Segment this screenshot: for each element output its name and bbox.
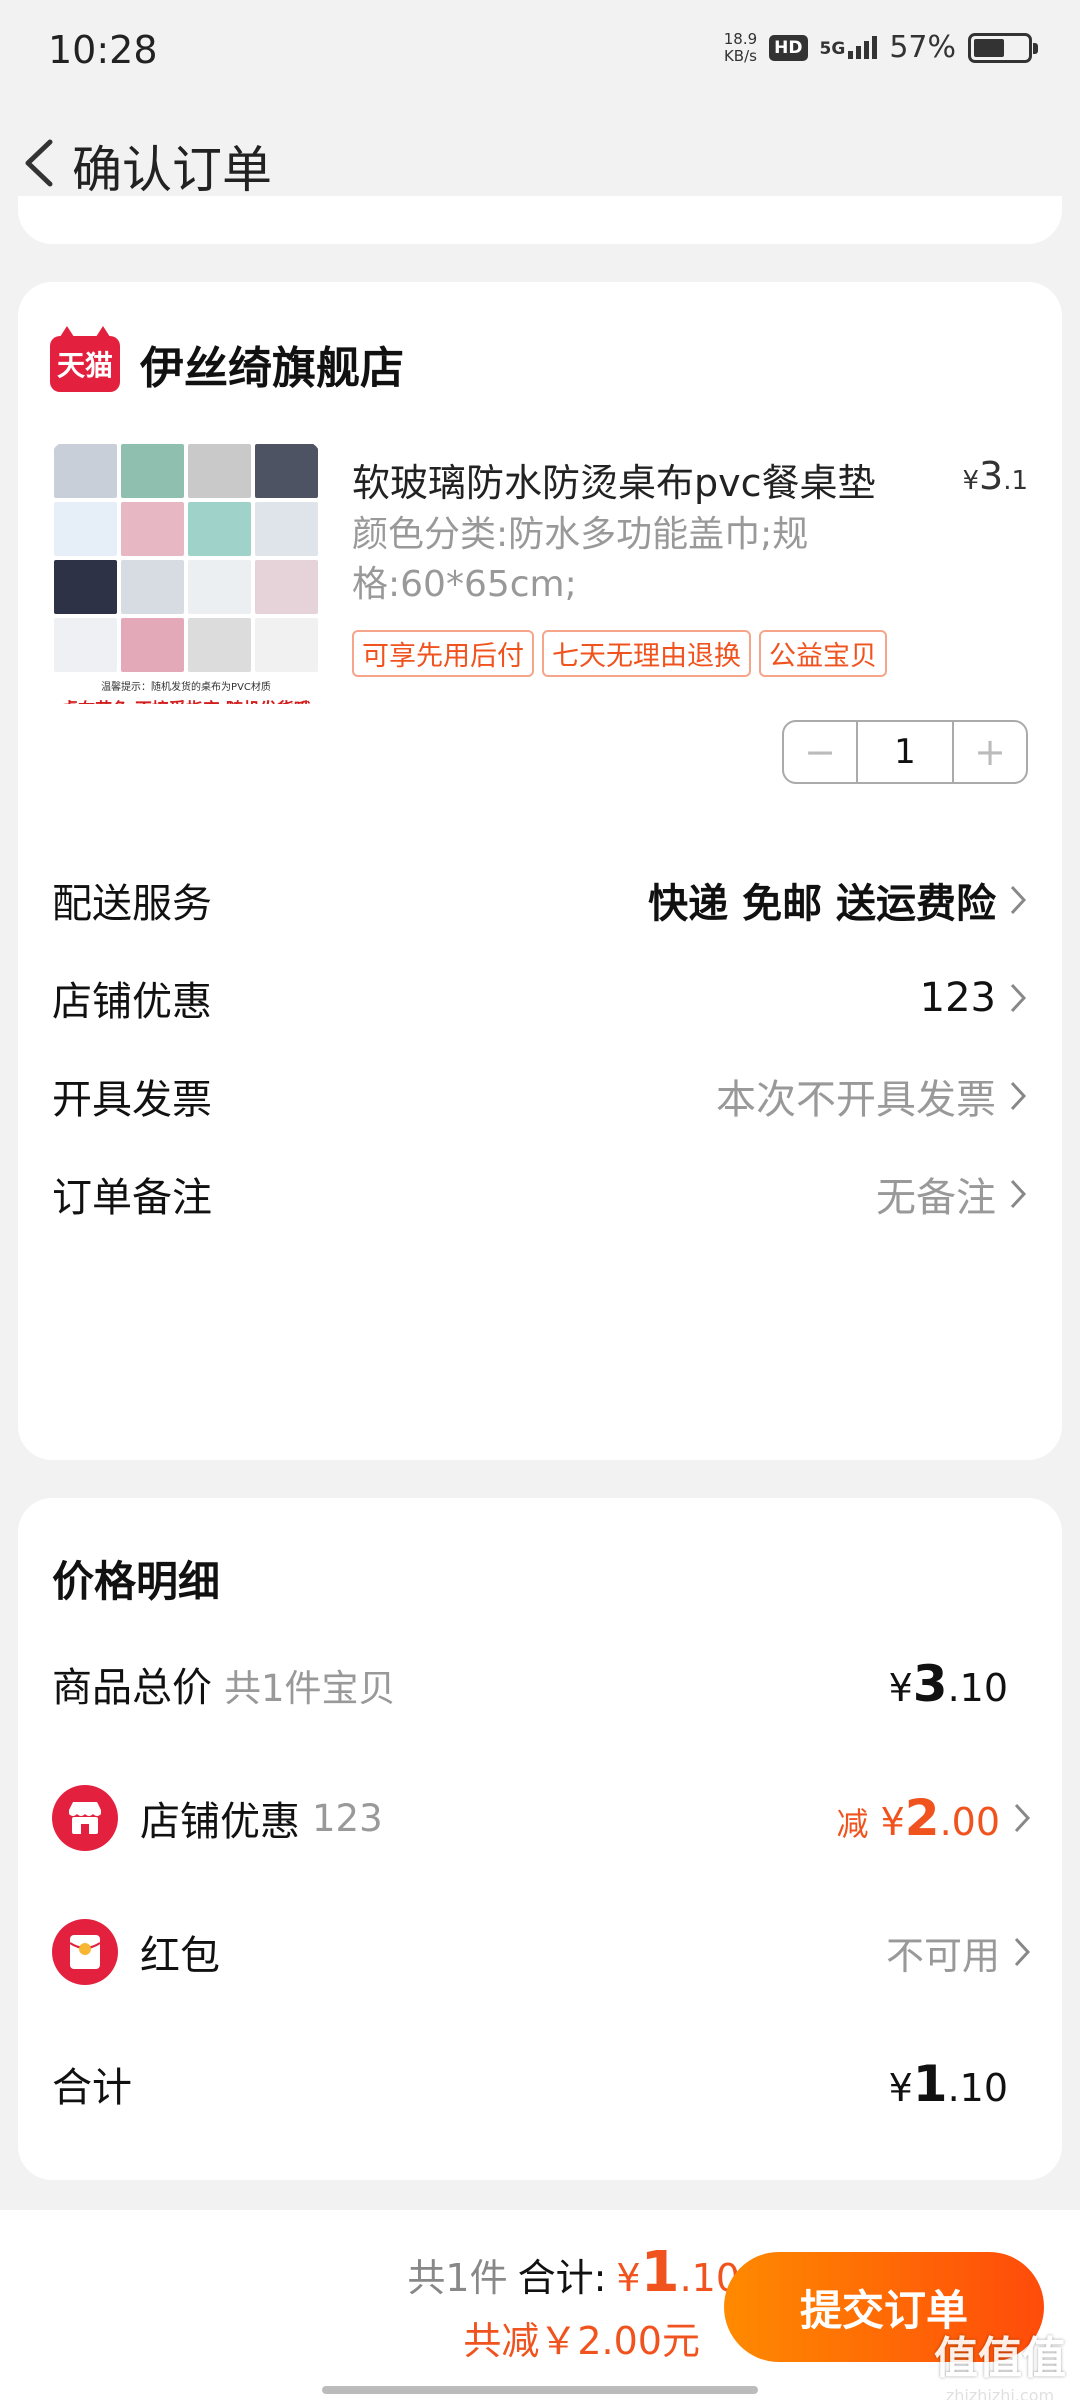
price-int: 3 <box>979 454 1004 498</box>
chevron-right-icon <box>1014 1803 1031 1833</box>
bottom-bar: 共1件 合计: ¥1.10 共减￥2.00元 提交订单 <box>0 2210 1080 2400</box>
currency-symbol: ¥ <box>880 1800 905 1844</box>
goods-total-label: 商品总价 <box>52 1665 212 1711</box>
product-price: ¥3.1 <box>962 454 1028 498</box>
decrease-button[interactable]: − <box>784 722 856 782</box>
status-icons: 18.9 KB/s HD 5G 57% <box>723 29 1038 65</box>
row-redpacket[interactable]: 红包 不可用 <box>52 1919 1032 1985</box>
chevron-right-icon <box>1014 1937 1031 1967</box>
amount-int: 1 <box>912 2055 948 2113</box>
row-store-discount[interactable]: 店铺优惠 123 <box>52 968 1028 1028</box>
order-note-value: 无备注 <box>876 1175 996 1221</box>
bottom-saved: 共减￥2.00元 <box>463 2319 700 2363</box>
row-invoice[interactable]: 开具发票 本次不开具发票 <box>52 1066 1028 1126</box>
amount-int: 2 <box>904 1789 940 1847</box>
tag-return: 七天无理由退换 <box>542 630 751 677</box>
page-title: 确认订单 <box>72 141 272 199</box>
currency-symbol: ¥ <box>616 2256 641 2300</box>
watermark: 值值值 zhizhizhi.com <box>934 2322 1066 2400</box>
speed-unit: KB/s <box>723 46 757 65</box>
tag-charity: 公益宝贝 <box>759 630 887 677</box>
row-goods-total: 商品总价 共1件宝贝 ¥3.10 <box>52 1654 1032 1714</box>
battery-icon <box>968 32 1038 63</box>
battery-percent: 57% <box>889 30 956 65</box>
amount-dec: .00 <box>939 1800 1000 1844</box>
store-icon <box>52 1785 118 1851</box>
red-packet-icon <box>52 1919 118 1985</box>
store-discount-value: 123 <box>919 975 996 1021</box>
amount-int: 3 <box>912 1655 948 1713</box>
chevron-right-icon <box>1010 983 1027 1013</box>
price-dec: .1 <box>1003 466 1028 496</box>
price-store-discount-sub: 123 <box>312 1796 383 1840</box>
quantity-stepper: − 1 + <box>782 720 1028 784</box>
nav-header: 确认订单 <box>0 110 1080 210</box>
redpacket-label: 红包 <box>140 1933 220 1979</box>
bottom-sum: 共1件 合计: ¥1.10 <box>407 2240 740 2305</box>
row-order-note[interactable]: 订单备注 无备注 <box>52 1164 1028 1224</box>
tmall-logo-icon: 天猫 <box>50 326 120 392</box>
chevron-right-icon <box>1010 885 1027 915</box>
hd-icon: HD <box>769 34 808 61</box>
redpacket-value: 不可用 <box>885 1933 1000 1978</box>
amount-dec: .10 <box>947 1666 1008 1710</box>
bottom-sum-amount: ¥1.10 <box>616 2240 740 2305</box>
tag-pay-later: 可享先用后付 <box>352 630 534 677</box>
price-detail-card: 价格明细 商品总价 共1件宝贝 ¥3.10 店铺优惠 123 减 ¥2.00 红… <box>18 1498 1062 2180</box>
delivery-label: 配送服务 <box>52 881 212 927</box>
invoice-label: 开具发票 <box>52 1077 212 1123</box>
currency-symbol: ¥ <box>888 2066 913 2110</box>
store-discount-amount: 减 ¥2.00 <box>836 1789 1000 1847</box>
product-image[interactable]: 温馨提示：随机发货的桌布为PVC材质 桌布花色 不接受指定 随机发货哦 <box>52 442 320 704</box>
total-label: 合计 <box>52 2065 132 2111</box>
total-value: ¥1.10 <box>889 2055 1008 2113</box>
increase-button[interactable]: + <box>954 722 1026 782</box>
back-arrow-icon[interactable] <box>14 128 74 198</box>
store-name[interactable]: 伊丝绮旗舰店 <box>140 332 404 396</box>
amount-int: 1 <box>640 2240 680 2305</box>
row-price-store-discount[interactable]: 店铺优惠 123 减 ¥2.00 <box>52 1785 1032 1851</box>
row-delivery[interactable]: 配送服务 快递 免邮 送运费险 <box>52 870 1028 930</box>
chevron-right-icon <box>1010 1179 1027 1209</box>
price-store-discount-label: 店铺优惠 <box>140 1799 300 1845</box>
reduce-prefix: 减 <box>836 1805 869 1843</box>
status-bar: 10:28 18.9 KB/s HD 5G 57% <box>0 0 1080 100</box>
invoice-value: 本次不开具发票 <box>716 1077 996 1123</box>
price-symbol: ¥ <box>962 466 979 496</box>
chevron-right-icon <box>1010 1081 1027 1111</box>
signal-icon: 5G <box>820 36 878 59</box>
bottom-sum-label: 合计: <box>517 2256 607 2300</box>
previous-card-edge <box>18 196 1062 244</box>
currency-symbol: ¥ <box>888 1666 913 1710</box>
price-detail-title: 价格明细 <box>52 1557 221 1606</box>
product-spec[interactable]: 颜色分类:防水多功能盖巾;规格:60*65cm; <box>352 510 912 610</box>
product-tags: 可享先用后付 七天无理由退换 公益宝贝 <box>352 630 887 677</box>
product-title[interactable]: 软玻璃防水防烫桌布pvc餐桌垫 <box>352 452 876 507</box>
image-warning: 桌布花色 不接受指定 随机发货哦 <box>52 695 320 704</box>
quantity-input[interactable]: 1 <box>856 722 954 782</box>
network-type: 5G <box>819 39 846 59</box>
delivery-value: 快递 免邮 送运费险 <box>648 881 996 927</box>
speed-value: 18.9 <box>723 29 758 48</box>
order-note-label: 订单备注 <box>52 1175 212 1221</box>
watermark-logo: 值值值 <box>934 2333 1066 2384</box>
store-discount-label: 店铺优惠 <box>52 979 212 1025</box>
goods-count: 共1件宝贝 <box>224 1667 396 1710</box>
image-note: 温馨提示：随机发货的桌布为PVC材质 <box>101 682 271 693</box>
order-card: 天猫 伊丝绮旗舰店 温馨提示：随机发货的桌布为PVC材质 桌布花色 不接受指定 … <box>18 282 1062 1460</box>
goods-total-value: ¥3.10 <box>889 1655 1008 1713</box>
watermark-url: zhizhizhi.com <box>945 2386 1055 2400</box>
status-time: 10:28 <box>48 28 158 72</box>
network-speed: 18.9 KB/s <box>723 29 758 65</box>
store-header[interactable]: 天猫 伊丝绮旗舰店 <box>50 326 404 396</box>
amount-dec: .10 <box>947 2066 1008 2110</box>
row-total: 合计 ¥1.10 <box>52 2054 1032 2114</box>
home-indicator[interactable] <box>322 2386 758 2394</box>
bottom-count: 共1件 <box>407 2256 508 2300</box>
